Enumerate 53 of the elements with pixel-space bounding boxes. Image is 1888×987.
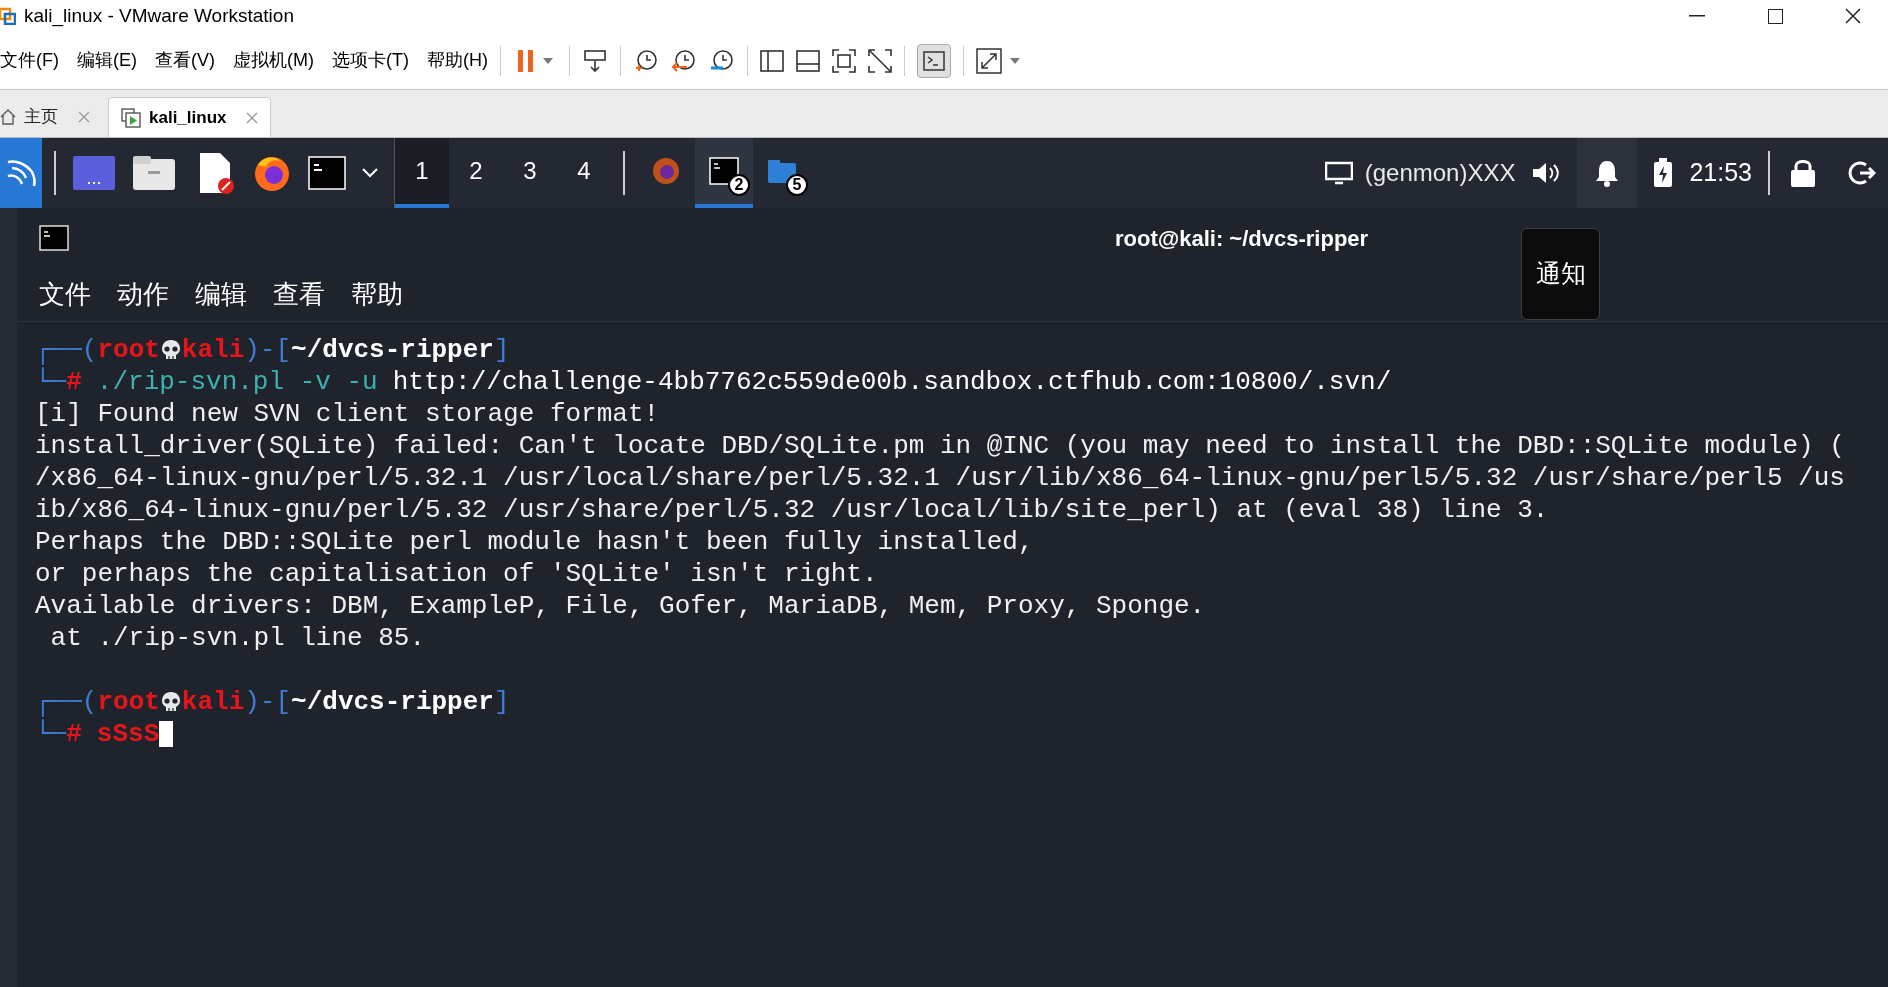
notification-tooltip: 通知 — [1521, 228, 1600, 320]
prompt-frame: ] — [493, 686, 510, 718]
command-argument: http://challenge-4bb7762c559de00b.sandbox.ctfhub.com:10800/.svn/ — [392, 366, 1392, 398]
menu-item[interactable]: 帮助(H) — [426, 47, 488, 74]
prompt-path: ~/dvcs-ripper — [291, 686, 494, 718]
task-button[interactable]: 5 — [753, 138, 811, 208]
clock: 21:53 — [1689, 157, 1752, 189]
prompt-path: ~/dvcs-ripper — [291, 334, 494, 366]
command-text: ./rip-svn.pl -v -u — [96, 366, 378, 398]
output-line: /x86_64-linux-gnu/perl/5.32.1 /usr/local/share/perl/5.32.1 /usr/lib/x86_64-linux-gnu/perl5/5.32 /usr/share/perl5 /us — [35, 462, 1846, 494]
prompt-frame: )-[ — [244, 334, 292, 366]
prompt-frame: ] — [493, 334, 510, 366]
menu-item[interactable]: 帮助 — [351, 275, 403, 314]
prompt-frame: └─ — [35, 366, 67, 398]
menu-item[interactable]: 动作 — [117, 275, 169, 314]
terminal-title: root@kali: ~/dvcs-ripper — [1115, 224, 1369, 253]
menu-item[interactable]: 编辑(E) — [77, 47, 137, 74]
tab[interactable]: 主页 — [0, 97, 102, 137]
task-button[interactable]: 2 — [695, 138, 753, 208]
menu-item[interactable]: 编辑 — [195, 275, 247, 314]
prompt-host: kali — [181, 334, 245, 366]
prompt-frame: )-[ — [244, 686, 292, 718]
output-line: Available drivers: DBM, ExampleP, File, Gofer, MariaDB, Mem, Proxy, Sponge. — [35, 590, 1207, 622]
prompt-symbol: # — [66, 366, 82, 398]
output-line: [i] Found new SVN client storage format! — [35, 398, 661, 430]
output-line: Perhaps the DBD::SQLite perl module hasn't been fully installed, — [35, 526, 1035, 558]
menu-item[interactable]: 文件(F) — [0, 47, 59, 74]
output-line: install_driver(SQLite) failed: Can't locate DBD/SQLite.pm in @INC (you may need to install the DBD::SQLite module) ( — [35, 430, 1846, 462]
tab[interactable]: kali_linux — [108, 97, 272, 137]
output-line: or perhaps the capitalisation of 'SQLite' isn't right. — [35, 558, 879, 590]
command-text: sSsS — [96, 718, 160, 750]
count-badge: 2 — [728, 174, 750, 196]
prompt-user: root — [97, 686, 160, 718]
menu-item[interactable]: 虚拟机(M) — [233, 47, 314, 74]
genmon-label: (genmon)XXX — [1364, 158, 1516, 188]
window-title: kali_linux - VMware Workstation — [24, 3, 294, 29]
menu-item[interactable]: 文件 — [39, 275, 91, 314]
workspace-button[interactable]: 1 — [395, 138, 449, 208]
menu-item[interactable]: 选项卡(T) — [331, 47, 409, 74]
prompt-symbol: # — [66, 718, 82, 750]
menu-item[interactable]: 查看 — [273, 275, 325, 314]
prompt-frame: ┌──( — [35, 686, 98, 718]
prompt-frame: └─ — [35, 718, 67, 750]
count-badge: 5 — [786, 174, 808, 196]
prompt-frame: ┌──( — [35, 334, 98, 366]
workspace-button[interactable]: 4 — [557, 138, 611, 208]
workspace-button[interactable]: 3 — [503, 138, 557, 208]
output-line: ib/x86_64-linux-gnu/perl/5.32 /usr/share/perl/5.32 /usr/local/lib/site_perl) at (eval 38) line 3. — [35, 494, 1550, 526]
workspace-button[interactable]: 2 — [449, 138, 503, 208]
menu-item[interactable]: 查看(V) — [155, 47, 215, 74]
prompt-user: root — [97, 334, 160, 366]
prompt-host: kali — [181, 686, 245, 718]
output-line: at ./rip-svn.pl line 85. — [49, 622, 427, 654]
